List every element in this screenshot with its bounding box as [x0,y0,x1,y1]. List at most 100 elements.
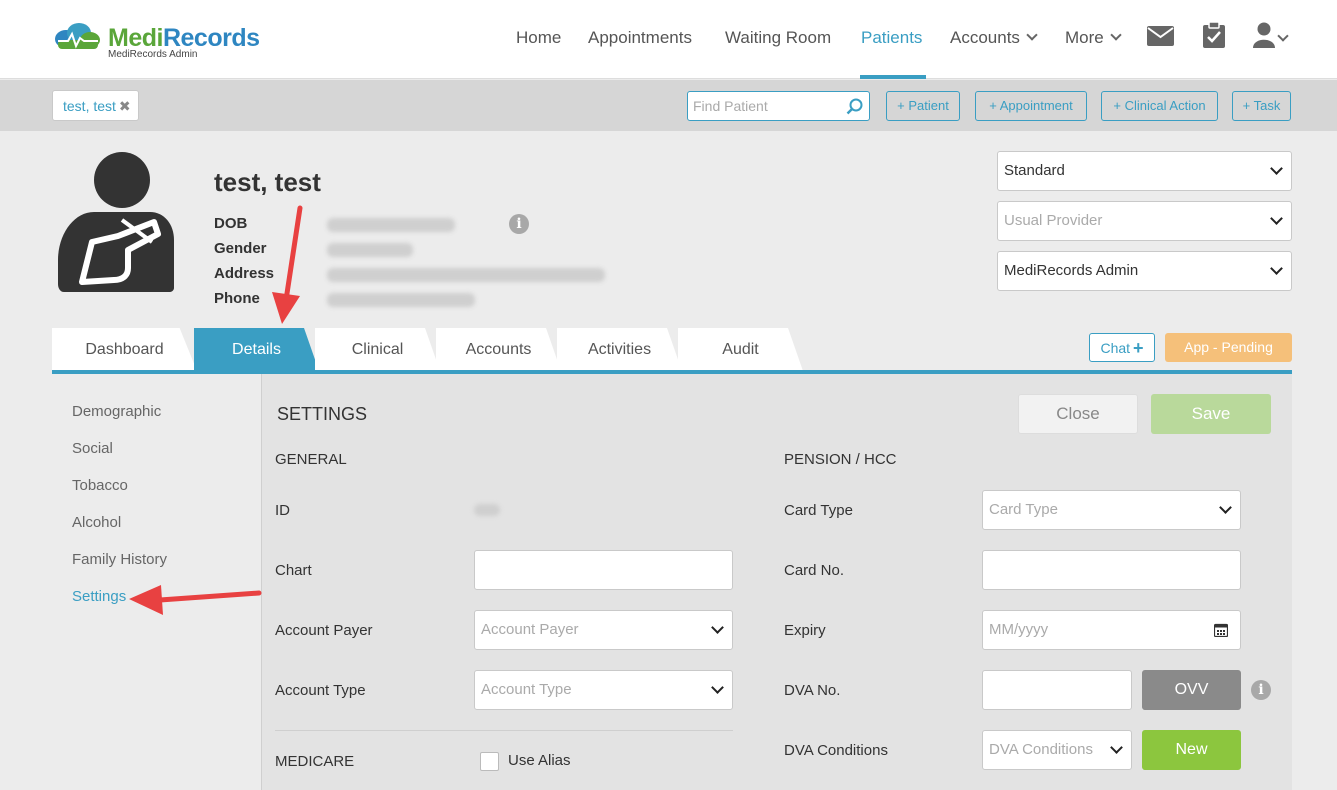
clipboard-check-icon[interactable] [1203,22,1225,48]
section-divider [275,730,733,731]
mail-icon[interactable] [1147,26,1174,46]
practice-value: MediRecords Admin [1004,262,1139,279]
patient-chip-label: test, test [63,98,116,114]
add-task-button[interactable]: + Task [1232,91,1291,121]
account-payer-label: Account Payer [275,622,373,639]
chevron-down-icon [711,681,724,694]
dob-label: DOB [214,215,248,232]
chart-label: Chart [275,562,312,579]
cloud-logo-icon [55,23,100,49]
nav-active-indicator [860,75,926,79]
nav-home[interactable]: Home [516,28,561,48]
chevron-down-icon [711,621,724,634]
general-heading: GENERAL [275,451,347,468]
chevron-down-icon [1270,212,1283,225]
expiry-label: Expiry [784,622,826,639]
practice-select[interactable]: MediRecords Admin [997,251,1292,291]
gender-value-redacted [327,243,413,257]
chevron-down-icon [1026,29,1038,41]
chart-input[interactable] [474,550,733,590]
chevron-down-icon [1219,501,1232,514]
nav-appointments[interactable]: Appointments [588,28,692,48]
gender-label: Gender [214,240,267,257]
medicare-heading: MEDICARE [275,753,355,770]
tab-audit[interactable]: Audit [678,328,803,371]
dob-value-redacted [327,218,455,232]
chat-button[interactable]: Chat + [1089,333,1155,362]
nav-accounts[interactable]: Accounts [950,28,1038,48]
plus-icon: + [1133,338,1144,358]
dva-no-input[interactable] [982,670,1132,710]
phone-label: Phone [214,290,260,307]
usual-provider-placeholder: Usual Provider [1004,212,1103,229]
add-patient-button[interactable]: + Patient [886,91,960,121]
chevron-down-icon [1270,162,1283,175]
app-pending-button[interactable]: App - Pending [1165,333,1292,362]
sidenav-item-settings[interactable]: Settings [72,588,126,605]
user-menu[interactable] [1253,22,1293,48]
find-patient-input[interactable] [693,92,843,120]
chevron-down-icon [1270,262,1283,275]
id-label: ID [275,502,290,519]
card-type-select[interactable]: Card Type [982,490,1241,530]
new-dva-condition-button[interactable]: New [1142,730,1241,770]
tab-dashboard[interactable]: Dashboard [52,328,197,371]
save-button[interactable]: Save [1151,394,1271,434]
chevron-down-icon [1110,29,1122,41]
top-navbar: MediRecords MediRecords Admin Home Appoi… [0,0,1337,79]
patient-chip[interactable]: test, test ✖ [52,90,139,121]
tab-activities[interactable]: Activities [557,328,682,371]
search-icon[interactable] [846,98,863,115]
settings-title: SETTINGS [277,404,368,424]
nav-waiting-room[interactable]: Waiting Room [725,28,831,48]
sidenav-item-family-history[interactable]: Family History [72,551,167,568]
close-icon[interactable]: ✖ [119,98,131,114]
logo-subtitle: MediRecords Admin [108,49,198,60]
phone-value-redacted [327,293,475,307]
id-value-redacted [474,504,500,516]
close-button[interactable]: Close [1018,394,1138,434]
info-icon[interactable]: i [1251,680,1271,700]
nav-more[interactable]: More [1065,28,1122,48]
pension-heading: PENSION / HCC [784,451,897,468]
chat-label: Chat [1100,340,1131,356]
account-payer-select[interactable]: Account Payer [474,610,733,650]
sidenav-item-social[interactable]: Social [72,440,113,457]
nav-more-label: More [1065,28,1104,47]
dva-no-label: DVA No. [784,682,841,699]
patient-type-select[interactable]: Standard [997,151,1292,191]
sidenav-item-tobacco[interactable]: Tobacco [72,477,128,494]
add-clinical-action-button[interactable]: + Clinical Action [1101,91,1218,121]
card-no-input[interactable] [982,550,1241,590]
nav-accounts-label: Accounts [950,28,1020,47]
tab-details[interactable]: Details [194,328,319,371]
chevron-down-icon [1277,30,1289,42]
use-alias-label: Use Alias [508,752,571,769]
dva-conditions-label: DVA Conditions [784,742,888,759]
medirecords-logo[interactable]: MediRecords MediRecords Admin [52,20,262,64]
card-no-label: Card No. [784,562,845,579]
use-alias-checkbox[interactable] [480,752,499,771]
find-patient-box[interactable] [687,91,870,121]
dva-conditions-select[interactable]: DVA Conditions [982,730,1132,770]
add-appointment-button[interactable]: + Appointment [975,91,1087,121]
card-type-label: Card Type [784,502,853,519]
usual-provider-select[interactable]: Usual Provider [997,201,1292,241]
sidenav-item-demographic[interactable]: Demographic [72,403,161,420]
chevron-down-icon [1110,741,1123,754]
account-type-select[interactable]: Account Type [474,670,733,710]
tab-accounts[interactable]: Accounts [436,328,561,371]
account-type-label: Account Type [275,682,366,699]
info-icon[interactable]: i [509,214,529,234]
address-label: Address [214,265,275,282]
sidenav-item-alcohol[interactable]: Alcohol [72,514,121,531]
account-type-placeholder: Account Type [481,681,572,698]
ovv-button[interactable]: OVV [1142,670,1241,710]
address-value-redacted [327,268,605,282]
nav-patients[interactable]: Patients [861,28,922,48]
patient-toolbar: test, test✖ + Patient + Appointment + Cl… [0,80,1337,131]
expiry-input[interactable]: MM/yyyy [982,610,1241,650]
patient-name: test, test [214,167,321,197]
tab-clinical[interactable]: Clinical [315,328,440,371]
calendar-icon[interactable] [1214,623,1228,637]
